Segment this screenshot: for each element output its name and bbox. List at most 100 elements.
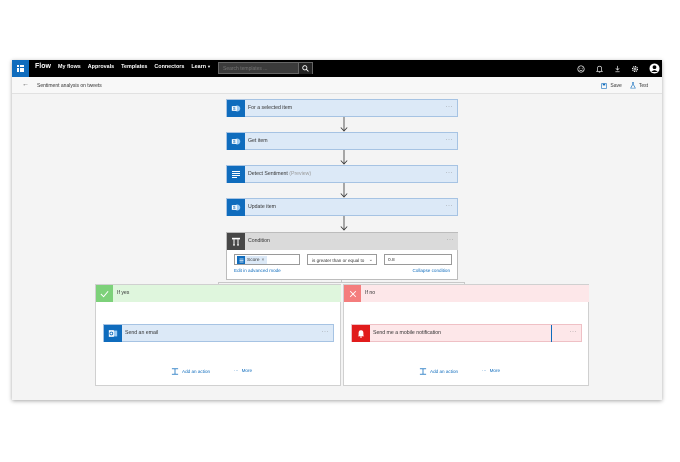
condition-card: Condition ··· Score × is greater than or… xyxy=(226,232,458,280)
more-options-icon[interactable]: ··· xyxy=(446,170,454,176)
focus-divider xyxy=(551,324,552,342)
arrow-down-icon xyxy=(340,117,348,132)
more-label: More xyxy=(489,368,501,373)
top-nav-bar: Flow My flows Approvals Templates Connec… xyxy=(12,60,662,77)
step-label: Send me a mobile notification xyxy=(373,330,442,336)
main-nav: My flows Approvals Templates Connectors … xyxy=(58,64,211,70)
step-send-an-email[interactable]: Send an email ··· xyxy=(103,324,334,342)
svg-text:S: S xyxy=(233,139,236,144)
search-button[interactable] xyxy=(298,63,312,74)
condition-value-input[interactable]: 0.8 xyxy=(384,254,452,265)
notification-bell-icon xyxy=(352,325,370,342)
search-input[interactable] xyxy=(219,63,297,74)
if-yes-label: If yes xyxy=(117,290,130,296)
save-label: Save xyxy=(610,82,622,89)
more-button[interactable]: ··· More xyxy=(482,368,500,373)
add-action-icon xyxy=(171,368,179,375)
more-options-icon[interactable]: ··· xyxy=(446,104,454,110)
text-analytics-icon xyxy=(227,166,245,183)
arrow-down-icon xyxy=(340,183,348,198)
nav-learn-label: Learn xyxy=(191,64,207,70)
step-label: Send an email xyxy=(125,330,159,336)
more-options-icon[interactable]: ··· xyxy=(446,137,454,143)
operator-select[interactable]: is greater than or equal to ⌄ xyxy=(307,254,377,265)
more-options-icon[interactable]: ··· xyxy=(322,329,330,335)
arrow-down-icon xyxy=(340,150,348,165)
save-icon xyxy=(601,82,608,89)
condition-icon xyxy=(227,233,245,250)
nav-templates[interactable]: Templates xyxy=(121,64,147,70)
flow-designer-window: Flow My flows Approvals Templates Connec… xyxy=(12,60,662,400)
nav-approvals[interactable]: Approvals xyxy=(88,64,114,70)
if-no-header[interactable]: If no xyxy=(344,285,589,302)
step-for-a-selected-item[interactable]: S For a selected item ··· xyxy=(226,99,458,117)
more-options-icon[interactable]: ··· xyxy=(446,203,454,209)
brand-title[interactable]: Flow xyxy=(35,63,51,70)
condition-header[interactable]: Condition ··· xyxy=(227,233,458,250)
collapse-condition-link[interactable]: Collapse condition xyxy=(412,268,450,273)
nav-connectors[interactable]: Connectors xyxy=(154,64,184,70)
edit-advanced-link[interactable]: Edit in advanced mode xyxy=(234,268,281,273)
sharepoint-icon: S xyxy=(227,199,245,216)
flow-header-bar: ← Sentiment analysis on tweets Save Test xyxy=(12,77,662,94)
add-an-action-label: Add an action xyxy=(430,369,459,374)
search-icon xyxy=(302,65,309,72)
more-options-icon[interactable]: ··· xyxy=(447,237,455,243)
back-arrow-icon[interactable]: ← xyxy=(22,81,29,88)
svg-text:S: S xyxy=(233,106,236,111)
add-an-action-button[interactable]: Add an action xyxy=(171,368,210,375)
step-label-text: Detect Sentiment xyxy=(248,171,288,177)
ellipsis-icon: ··· xyxy=(482,368,487,373)
step-detect-sentiment[interactable]: Detect Sentiment (Preview) ··· xyxy=(226,165,458,183)
add-an-action-label: Add an action xyxy=(182,369,211,374)
waffle-icon[interactable] xyxy=(12,60,29,77)
preview-tag: (Preview) xyxy=(289,171,312,177)
download-icon[interactable] xyxy=(612,60,622,77)
more-button[interactable]: ··· More xyxy=(234,368,252,373)
close-icon xyxy=(344,285,361,302)
connector-line xyxy=(218,282,465,283)
if-no-label: If no xyxy=(365,290,376,296)
check-icon xyxy=(96,285,113,302)
flow-actions: Save Test xyxy=(601,82,648,89)
user-icon[interactable] xyxy=(648,60,660,77)
operator-value: is greater than or equal to xyxy=(312,258,365,263)
step-label: Detect Sentiment (Preview) xyxy=(248,171,311,177)
flow-name: Sentiment analysis on tweets xyxy=(37,83,102,89)
condition-title: Condition xyxy=(248,238,270,244)
gear-icon[interactable] xyxy=(630,60,640,77)
flask-icon xyxy=(630,82,636,89)
add-an-action-button[interactable]: Add an action xyxy=(419,368,458,375)
svg-text:S: S xyxy=(233,205,236,210)
top-actions xyxy=(576,60,660,77)
step-label: Update item xyxy=(248,204,276,210)
score-token[interactable]: Score × xyxy=(237,256,268,264)
step-get-item[interactable]: S Get item ··· xyxy=(226,132,458,150)
token-label: Score xyxy=(247,257,260,263)
test-button[interactable]: Test xyxy=(630,82,648,89)
step-label: Get item xyxy=(248,138,268,144)
ellipsis-icon: ··· xyxy=(234,368,239,373)
step-send-mobile-notification[interactable]: Send me a mobile notification ··· xyxy=(351,324,582,342)
add-action-icon xyxy=(419,368,427,375)
arrow-down-icon xyxy=(340,216,348,231)
bell-icon[interactable] xyxy=(594,60,604,77)
condition-left-operand[interactable]: Score × xyxy=(234,254,300,265)
step-update-item[interactable]: S Update item ··· xyxy=(226,198,458,216)
search-box xyxy=(218,62,313,74)
smiley-icon[interactable] xyxy=(576,60,586,77)
nav-my-flows[interactable]: My flows xyxy=(58,64,81,70)
save-button[interactable]: Save xyxy=(601,82,622,89)
outlook-icon xyxy=(104,325,122,342)
nav-learn[interactable]: Learn▼ xyxy=(191,64,211,70)
remove-token-icon[interactable]: × xyxy=(262,258,265,263)
chevron-down-icon: ▼ xyxy=(207,64,212,69)
more-label: More xyxy=(241,368,253,373)
if-yes-header[interactable]: If yes xyxy=(96,285,341,302)
sharepoint-icon: S xyxy=(227,100,245,117)
more-options-icon[interactable]: ··· xyxy=(570,329,578,335)
text-analytics-icon xyxy=(237,256,245,264)
chevron-down-icon: ⌄ xyxy=(368,257,373,263)
sharepoint-icon: S xyxy=(227,133,245,150)
test-label: Test xyxy=(638,82,648,89)
